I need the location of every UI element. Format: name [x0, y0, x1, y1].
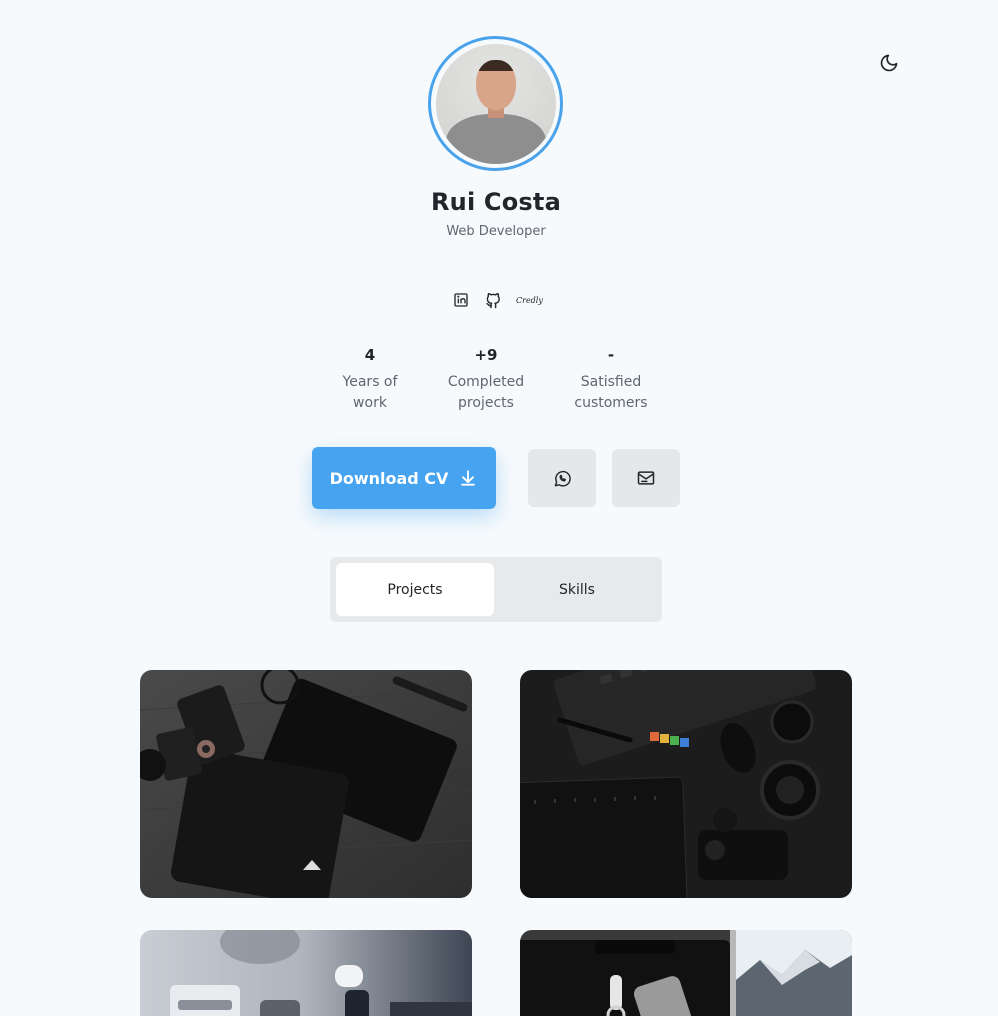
stat-label-line: Years of [342, 374, 398, 390]
stat-label-line: work [353, 395, 387, 411]
profile-role: Web Developer [446, 224, 546, 239]
stat-customers: - Satisfied customers [556, 346, 666, 414]
credly-link[interactable]: Credly [516, 291, 543, 309]
stat-label: Years of work [315, 372, 425, 414]
stat-years: 4 Years of work [315, 346, 425, 414]
project-thumbnail [140, 670, 472, 898]
stat-label-line: customers [574, 395, 648, 411]
stat-label: Satisfied customers [556, 372, 666, 414]
download-cv-button[interactable]: Download CV [312, 447, 496, 509]
project-thumbnail [520, 670, 852, 898]
stat-label-line: projects [458, 395, 514, 411]
stat-label-line: Completed [447, 374, 525, 390]
stat-value: - [607, 346, 615, 364]
project-card[interactable] [140, 670, 472, 898]
project-card[interactable] [140, 930, 472, 1016]
tab-skills[interactable]: Skills [498, 563, 656, 616]
email-button[interactable] [612, 449, 680, 507]
mail-icon [637, 471, 655, 485]
tab-projects[interactable]: Projects [336, 563, 494, 616]
project-card[interactable] [520, 930, 852, 1016]
section-tabs: Projects Skills [330, 557, 662, 622]
download-icon [461, 470, 476, 486]
whatsapp-button[interactable] [528, 449, 596, 507]
social-links: Credly [452, 290, 543, 310]
stat-label: Completed projects [431, 372, 541, 414]
project-thumbnail [520, 930, 852, 1016]
profile-name: Rui Costa [430, 188, 561, 216]
whatsapp-icon [554, 470, 571, 487]
github-link[interactable] [484, 291, 502, 309]
download-cv-label: Download CV [329, 468, 449, 488]
avatar [435, 43, 556, 164]
linkedin-icon [454, 293, 468, 307]
linkedin-link[interactable] [452, 291, 470, 309]
stat-label-line: Satisfied [580, 374, 642, 390]
theme-toggle-button[interactable] [878, 52, 900, 74]
github-icon [485, 292, 500, 308]
moon-icon [880, 54, 898, 72]
avatar-frame [428, 36, 563, 171]
stat-value: 4 [364, 346, 376, 364]
stat-value: +9 [474, 346, 498, 364]
project-card[interactable] [520, 670, 852, 898]
project-thumbnail [140, 930, 472, 1016]
stat-projects: +9 Completed projects [431, 346, 541, 414]
